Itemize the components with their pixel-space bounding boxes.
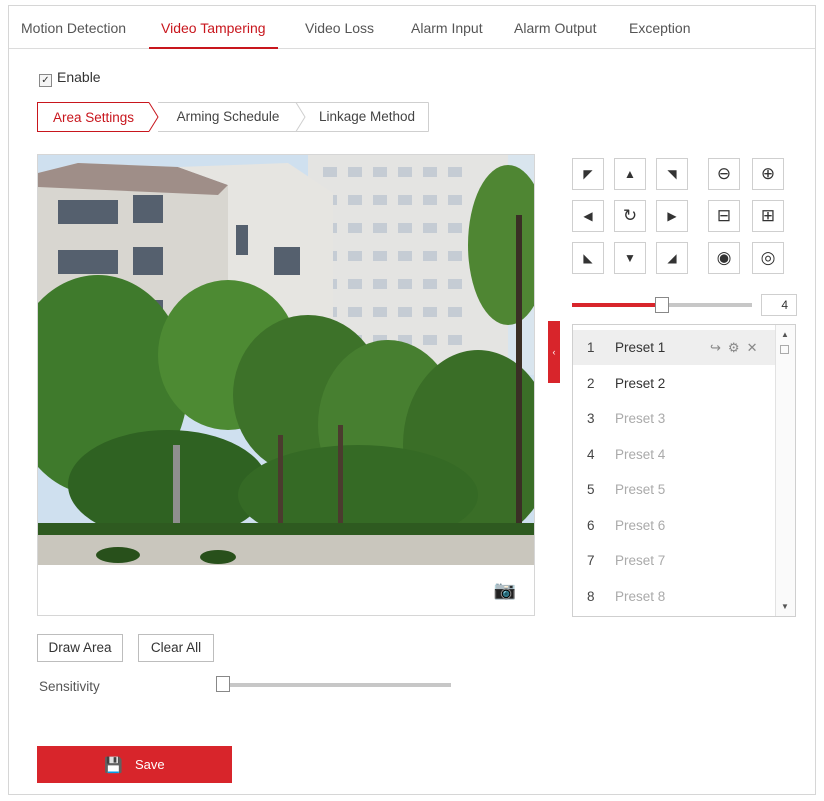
preset-name: Preset 1 (615, 340, 666, 355)
video-preview-area[interactable]: 📷 (37, 154, 535, 616)
preset-item-7[interactable]: 7 Preset 7 (573, 543, 777, 578)
preset-name: Preset 5 (615, 482, 666, 497)
pan-right-icon[interactable]: ▶ (656, 200, 688, 232)
tab-alarm-output[interactable]: Alarm Output (514, 20, 596, 36)
preset-list: 8 Preset 8 7 Preset 7 6 Preset 6 5 Preset 5 4 Pre… (572, 324, 796, 617)
preset-number: 8 (587, 588, 595, 604)
tab-alarm-input[interactable]: Alarm Input (411, 20, 483, 36)
pan-down-icon[interactable]: ▼ (614, 242, 646, 274)
pan-left-icon[interactable]: ◀ (572, 200, 604, 232)
preset-item-5[interactable]: 5 Preset 5 (573, 472, 777, 507)
preset-number: 5 (587, 482, 595, 497)
iris-close-icon[interactable]: ◉ (708, 242, 740, 274)
preset-item-8[interactable]: 8 Preset 8 (573, 579, 777, 614)
preset-name: Preset 7 (615, 553, 666, 568)
enable-row: ✓ Enable (39, 69, 101, 87)
preset-item-3[interactable]: 3 Preset 3 (573, 401, 777, 436)
enable-label: Enable (57, 69, 101, 85)
clear-all-button[interactable]: Clear All (138, 634, 214, 662)
preset-number: 3 (587, 411, 595, 426)
preset-name: Preset 4 (615, 446, 666, 462)
draw-area-button[interactable]: Draw Area (37, 634, 123, 662)
sensitivity-label: Sensitivity (39, 679, 100, 694)
focus-near-icon[interactable]: ⊟ (708, 200, 740, 232)
preset-number: 1 (587, 340, 595, 355)
scroll-down-icon[interactable]: ▼ (781, 602, 789, 611)
preset-item-2[interactable]: 2 Preset 2 (573, 366, 777, 401)
ptz-speed-slider[interactable] (572, 297, 752, 313)
save-icon: 💾 (104, 756, 124, 774)
pan-up-icon[interactable]: ▲ (614, 158, 646, 190)
sensitivity-slider[interactable] (219, 683, 451, 687)
delete-preset-icon[interactable]: ✕ (747, 340, 758, 355)
preset-name: Preset 3 (615, 411, 666, 426)
preset-name: Preset 8 (615, 588, 666, 604)
preset-number: 6 (587, 517, 595, 533)
pan-down-right-icon[interactable]: ◢ (656, 242, 688, 274)
video-tampering-settings-panel: Motion Detection Video Tampering Video L… (8, 5, 816, 795)
focus-far-icon[interactable]: ⊞ (752, 200, 784, 232)
ptz-speed-thumb[interactable] (655, 297, 669, 313)
auto-scan-icon[interactable]: ↻ (614, 200, 646, 232)
scroll-up-icon[interactable]: ▲ (781, 330, 789, 339)
ptz-speed-value[interactable]: 4 (761, 294, 797, 316)
zoom-in-icon[interactable]: ⊕ (752, 158, 784, 190)
preset-item-4[interactable]: 4 Preset 4 (573, 437, 777, 472)
zoom-out-icon[interactable]: ⊖ (708, 158, 740, 190)
scroll-thumb[interactable] (780, 345, 789, 354)
sub-tab-linkage-method[interactable]: Linkage Method (307, 102, 427, 132)
pan-down-left-icon[interactable]: ◣ (572, 242, 604, 274)
tab-video-tampering[interactable]: Video Tampering (149, 20, 278, 49)
call-preset-icon[interactable]: ↪ (710, 340, 721, 355)
preset-scrollbar[interactable]: ▲ ▼ (775, 325, 795, 616)
save-label: Save (135, 757, 165, 772)
sensitivity-thumb[interactable] (216, 676, 230, 692)
event-tabs: Motion Detection Video Tampering Video L… (9, 6, 815, 49)
camera-icon[interactable]: 📷 (494, 580, 516, 601)
live-video-image[interactable] (38, 155, 534, 565)
ptz-speed-fill (572, 303, 662, 307)
save-button[interactable]: 💾 Save (37, 746, 232, 783)
preset-actions: ↪ ⚙ ✕ (710, 330, 764, 365)
iris-open-icon[interactable]: ◎ (752, 242, 784, 274)
tab-motion-detection[interactable]: Motion Detection (21, 20, 126, 36)
preset-number: 2 (587, 375, 595, 391)
preset-item-6[interactable]: 6 Preset 6 (573, 508, 777, 543)
ptz-speed-control: 4 (572, 294, 797, 316)
pan-up-left-icon[interactable]: ◤ (572, 158, 604, 190)
collapse-panel-button[interactable]: ‹ (548, 321, 560, 383)
enable-checkbox[interactable]: ✓ (39, 74, 52, 87)
preset-item-1[interactable]: 1 Preset 1 ↪ ⚙ ✕ (573, 330, 777, 365)
preset-number: 7 (587, 553, 595, 568)
preset-name: Preset 2 (615, 375, 666, 391)
sub-tab-arming-schedule[interactable]: Arming Schedule (161, 102, 295, 132)
tab-video-loss[interactable]: Video Loss (305, 20, 374, 36)
pan-up-right-icon[interactable]: ◥ (656, 158, 688, 190)
sub-tab-area-settings[interactable]: Area Settings (37, 102, 149, 132)
tab-exception[interactable]: Exception (629, 20, 690, 36)
preset-name: Preset 6 (615, 517, 666, 533)
preset-settings-icon[interactable]: ⚙ (728, 340, 740, 355)
preset-number: 4 (587, 446, 595, 462)
